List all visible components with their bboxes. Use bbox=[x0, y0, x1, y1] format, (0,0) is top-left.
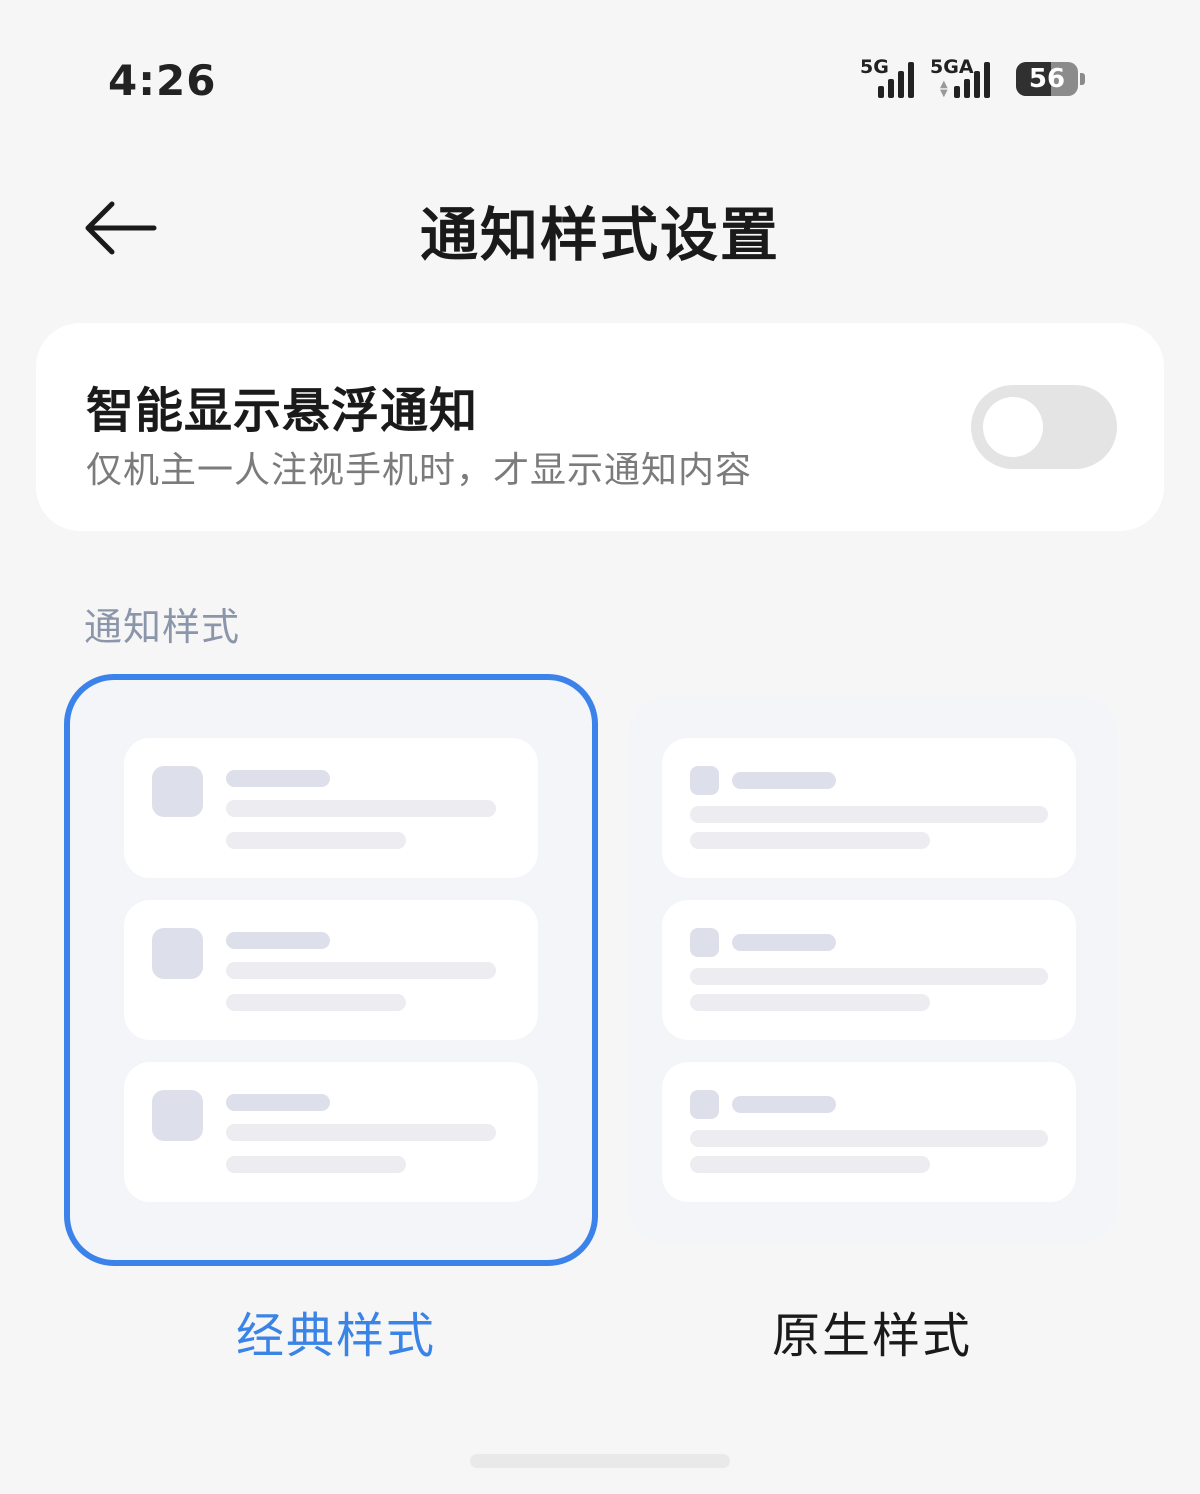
data-arrows-icon: ▲ ▼ bbox=[940, 79, 948, 99]
preview-notification bbox=[124, 900, 538, 1040]
status-time: 4:26 bbox=[108, 56, 217, 105]
option-native-label[interactable]: 原生样式 bbox=[772, 1296, 972, 1366]
smart-notification-toggle[interactable] bbox=[971, 385, 1117, 469]
battery-cap bbox=[1080, 73, 1085, 85]
option-classic-label[interactable]: 经典样式 bbox=[236, 1296, 436, 1366]
signal-icon-2 bbox=[954, 62, 990, 98]
toggle-knob bbox=[983, 397, 1043, 457]
smart-notification-subtitle: 仅机主一人注视手机时，才显示通知内容 bbox=[86, 450, 753, 491]
preview-notification bbox=[662, 900, 1076, 1040]
signal-icon-1 bbox=[878, 62, 914, 98]
smart-notification-title: 智能显示悬浮通知 bbox=[86, 383, 479, 439]
preview-notification bbox=[124, 738, 538, 878]
preview-notification bbox=[662, 1062, 1076, 1202]
battery-icon: 56 bbox=[1016, 62, 1078, 96]
home-indicator[interactable] bbox=[470, 1454, 730, 1468]
preview-notification bbox=[124, 1062, 538, 1202]
battery-level: 56 bbox=[1028, 64, 1066, 94]
section-label: 通知样式 bbox=[84, 605, 241, 649]
smart-notification-card: 智能显示悬浮通知 仅机主一人注视手机时，才显示通知内容 bbox=[36, 323, 1164, 531]
preview-notification bbox=[662, 738, 1076, 878]
option-native-style[interactable] bbox=[628, 696, 1118, 1244]
option-classic-style[interactable] bbox=[64, 674, 598, 1266]
page-title: 通知样式设置 bbox=[419, 201, 780, 269]
